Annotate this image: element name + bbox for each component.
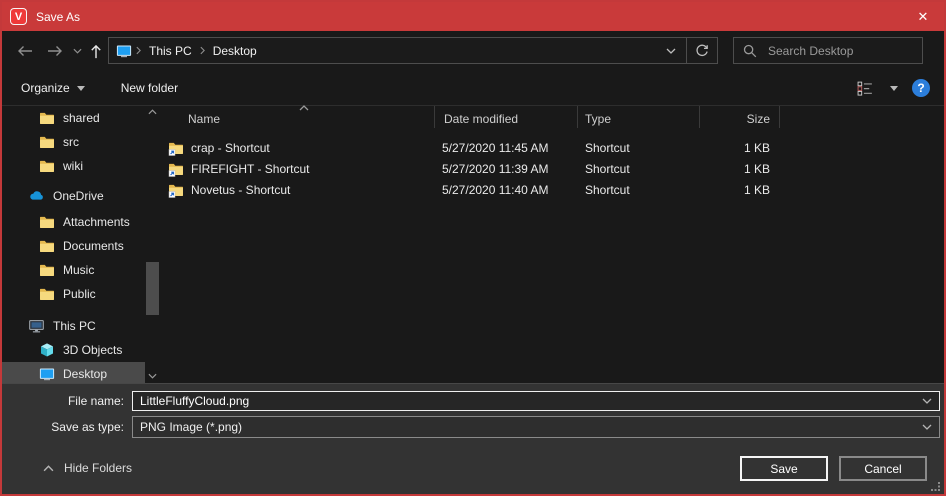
desktop-monitor-icon xyxy=(39,366,55,382)
column-divider xyxy=(434,106,435,128)
file-row-crap-shortcut[interactable]: crap - Shortcut 5/27/2020 11:45 AM Short… xyxy=(163,137,942,158)
sidebar-item-public[interactable]: Public xyxy=(2,282,145,306)
column-divider xyxy=(779,106,780,128)
up-button[interactable] xyxy=(84,31,108,71)
close-button[interactable]: ✕ xyxy=(902,2,944,31)
sidebar-scrollbar[interactable] xyxy=(146,105,159,383)
sidebar-item-attachments[interactable]: Attachments xyxy=(2,210,145,234)
organize-label: Organize xyxy=(21,81,70,95)
sidebar-item-wiki[interactable]: wiki xyxy=(2,154,145,178)
title-bar: V Save As ✕ xyxy=(2,2,944,31)
shortcut-folder-icon xyxy=(168,182,184,198)
forward-button[interactable] xyxy=(42,31,68,71)
search-input[interactable] xyxy=(766,43,925,59)
folder-icon xyxy=(39,238,55,254)
chevron-down-icon[interactable] xyxy=(922,424,932,430)
file-name-label: File name: xyxy=(2,394,124,408)
shortcut-folder-icon xyxy=(168,140,184,156)
sidebar-item-shared[interactable]: shared xyxy=(2,106,145,130)
chevron-down-icon xyxy=(73,48,82,54)
arrow-right-icon xyxy=(47,45,63,57)
file-list: Name Date modified Type Size crap - Shor… xyxy=(163,105,942,383)
scrollbar-thumb[interactable] xyxy=(146,262,159,315)
search-box xyxy=(733,37,923,64)
column-divider xyxy=(699,106,700,128)
hide-folders-button[interactable]: Hide Folders xyxy=(43,461,132,475)
column-header-name[interactable]: Name xyxy=(163,107,434,130)
address-dropdown-button[interactable] xyxy=(656,38,686,63)
desktop-monitor-icon xyxy=(116,43,132,59)
breadcrumb-this-pc[interactable]: This PC xyxy=(145,44,196,58)
chevron-down-icon xyxy=(666,48,676,54)
change-view-button[interactable] xyxy=(855,75,876,101)
scroll-down-button[interactable] xyxy=(146,369,159,383)
file-name-input[interactable] xyxy=(132,391,940,411)
file-fields-panel: File name: Save as type: PNG Image (*.pn… xyxy=(2,383,944,450)
window-title: Save As xyxy=(36,10,80,24)
cancel-button[interactable]: Cancel xyxy=(839,456,927,481)
save-as-type-label: Save as type: xyxy=(2,420,124,434)
save-as-dialog: V Save As ✕ This PC Desktop xyxy=(0,0,946,496)
refresh-button[interactable] xyxy=(687,38,717,63)
chevron-down-icon xyxy=(77,86,85,91)
3d-cube-icon xyxy=(39,342,55,358)
folder-icon xyxy=(39,158,55,174)
help-button[interactable]: ? xyxy=(912,79,930,97)
column-headers: Name Date modified Type Size xyxy=(163,107,942,130)
folder-icon xyxy=(39,214,55,230)
dialog-footer: Hide Folders Save Cancel xyxy=(2,447,944,494)
back-button[interactable] xyxy=(12,31,38,71)
resize-grip[interactable] xyxy=(931,482,941,492)
save-button[interactable]: Save xyxy=(740,456,828,481)
organize-button[interactable]: Organize xyxy=(12,75,94,101)
sidebar-item-3d-objects[interactable]: 3D Objects xyxy=(2,338,145,362)
shortcut-folder-icon xyxy=(168,161,184,177)
chevron-up-icon xyxy=(148,109,157,115)
arrow-left-icon xyxy=(17,45,33,57)
chevron-down-icon[interactable] xyxy=(922,398,932,404)
arrow-up-icon xyxy=(90,44,102,59)
folder-icon xyxy=(39,262,55,278)
file-row-firefight-shortcut[interactable]: FIREFIGHT - Shortcut 5/27/2020 11:39 AM … xyxy=(163,158,942,179)
app-logo-icon: V xyxy=(10,8,27,25)
column-divider xyxy=(577,106,578,128)
breadcrumb-separator-icon xyxy=(136,46,141,55)
address-bar[interactable]: This PC Desktop xyxy=(108,37,718,64)
sidebar-item-desktop[interactable]: Desktop xyxy=(2,362,145,383)
sidebar-item-this-pc[interactable]: This PC xyxy=(2,314,145,338)
sidebar-item-documents[interactable]: Documents xyxy=(2,234,145,258)
chevron-down-icon xyxy=(148,373,157,379)
refresh-icon xyxy=(695,44,709,58)
chevron-down-icon xyxy=(890,86,898,91)
sidebar-item-src[interactable]: src xyxy=(2,130,145,154)
sidebar-item-onedrive[interactable]: OneDrive xyxy=(2,184,145,208)
folder-icon xyxy=(39,134,55,150)
search-icon xyxy=(743,44,757,58)
navigation-pane: shared src wiki OneDrive Attachments Doc… xyxy=(2,105,162,383)
new-folder-label: New folder xyxy=(121,81,178,95)
scroll-up-button[interactable] xyxy=(146,105,159,119)
details-view-icon xyxy=(857,81,874,96)
folder-icon xyxy=(39,286,55,302)
column-header-date-modified[interactable]: Date modified xyxy=(434,107,577,130)
command-toolbar: Organize New folder ? xyxy=(2,71,944,106)
view-options-button[interactable] xyxy=(888,75,900,101)
navigation-bar: This PC Desktop xyxy=(2,31,944,71)
column-header-type[interactable]: Type xyxy=(577,107,699,130)
file-row-novetus-shortcut[interactable]: Novetus - Shortcut 5/27/2020 11:40 AM Sh… xyxy=(163,179,942,200)
breadcrumb-separator-icon xyxy=(200,46,205,55)
onedrive-cloud-icon xyxy=(28,188,45,204)
new-folder-button[interactable]: New folder xyxy=(112,75,187,101)
sidebar-item-music[interactable]: Music xyxy=(2,258,145,282)
breadcrumb-desktop[interactable]: Desktop xyxy=(209,44,261,58)
computer-icon xyxy=(28,318,45,334)
column-header-size[interactable]: Size xyxy=(699,107,779,130)
chevron-up-icon xyxy=(43,465,54,472)
save-as-type-select[interactable]: PNG Image (*.png) xyxy=(132,416,940,438)
folder-icon xyxy=(39,110,55,126)
